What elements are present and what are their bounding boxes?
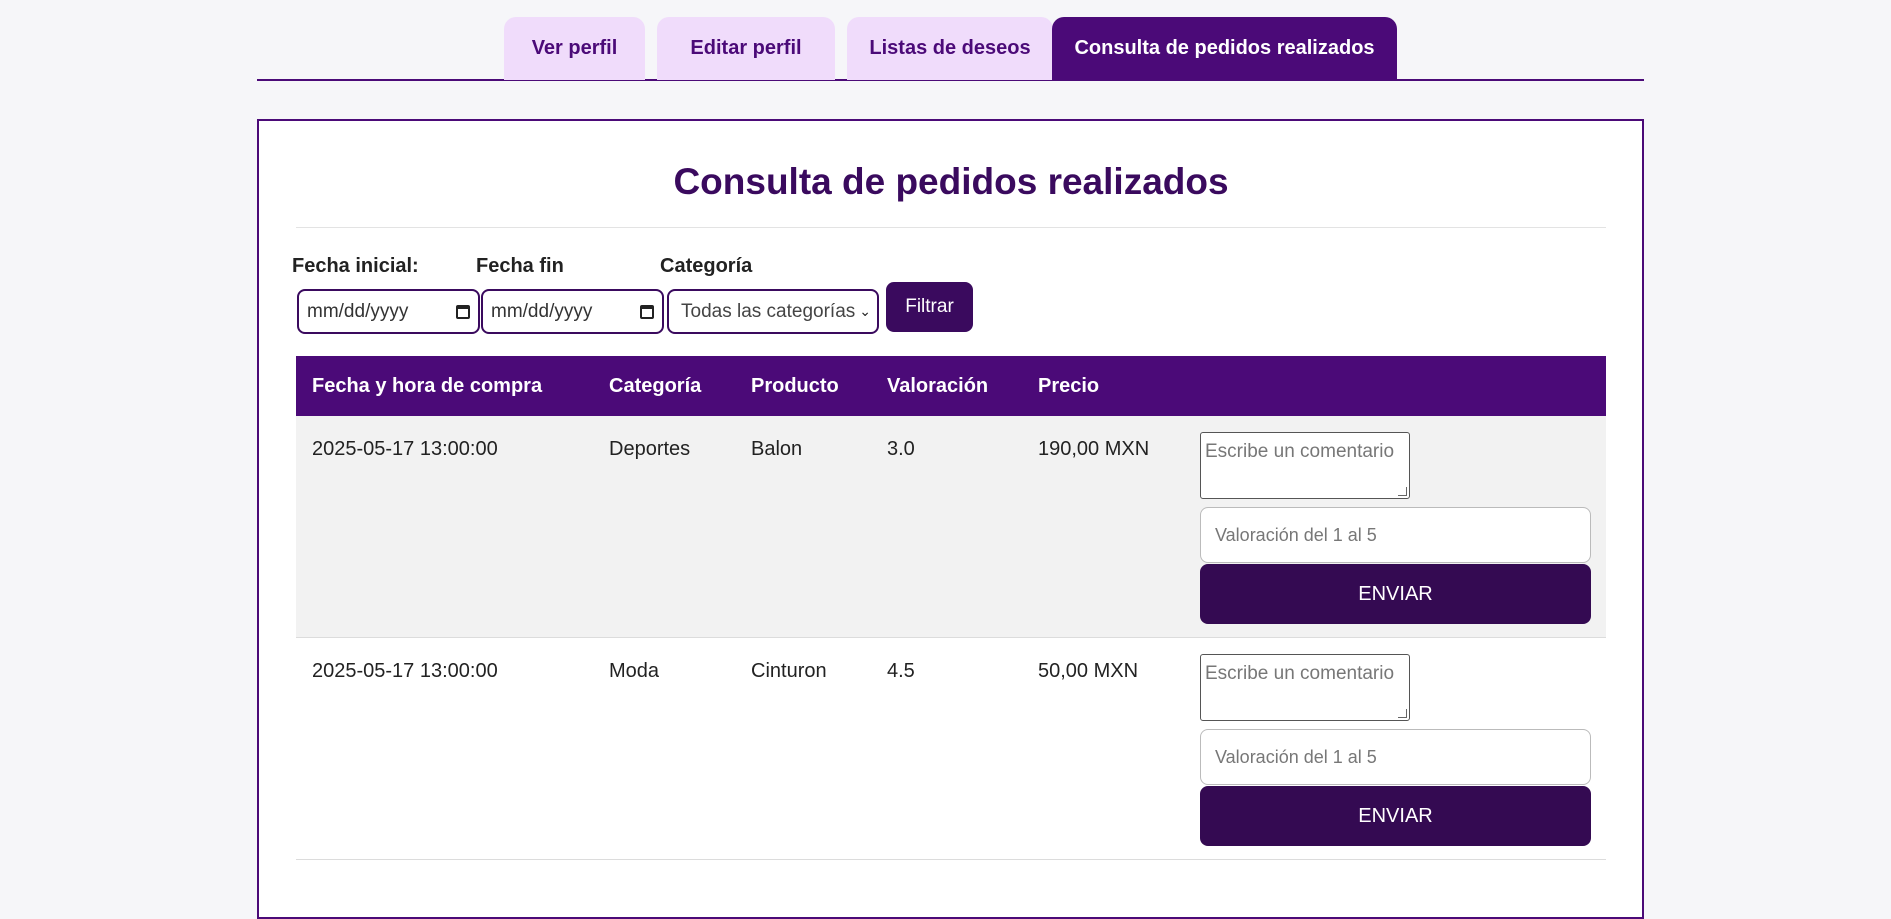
header-price: Precio [1038, 374, 1100, 397]
send-button[interactable]: ENVIAR [1200, 786, 1591, 846]
title-divider [296, 227, 1606, 228]
tab-editar-perfil[interactable]: Editar perfil [657, 17, 835, 80]
cell-datetime: 2025-05-17 13:00:00 [312, 660, 498, 682]
end-date-placeholder: mm/dd/yyyy [491, 300, 593, 322]
tab-ver-perfil[interactable]: Ver perfil [504, 17, 645, 80]
start-date-placeholder: mm/dd/yyyy [307, 300, 409, 322]
calendar-icon[interactable] [456, 304, 470, 319]
cell-rating: 3.0 [887, 438, 915, 460]
cell-price: 190,00 MXN [1038, 438, 1150, 460]
orders-panel: Consulta de pedidos realizados Fecha ini… [257, 119, 1644, 919]
table-header: Fecha y hora de compra Categoría Product… [296, 356, 1606, 416]
chevron-down-icon: ⌄ [859, 303, 871, 319]
category-label: Categoría [660, 255, 753, 277]
header-category: Categoría [609, 374, 702, 397]
cell-rating: 4.5 [887, 660, 915, 682]
header-product: Producto [751, 374, 839, 397]
page-title: Consulta de pedidos realizados [673, 161, 1229, 202]
cell-price: 50,00 MXN [1038, 660, 1139, 682]
calendar-icon[interactable] [640, 304, 654, 319]
end-date-input[interactable]: mm/dd/yyyy [481, 289, 664, 334]
filter-button[interactable]: Filtrar [886, 282, 973, 332]
resize-handle-icon[interactable] [1398, 487, 1407, 496]
cell-category: Moda [609, 660, 660, 682]
rating-placeholder: Valoración del 1 al 5 [1215, 746, 1377, 767]
comment-placeholder: Escribe un comentario [1205, 441, 1395, 462]
header-datetime: Fecha y hora de compra [312, 374, 543, 397]
resize-handle-icon[interactable] [1398, 709, 1407, 718]
end-date-label: Fecha fin [476, 255, 564, 277]
rating-placeholder: Valoración del 1 al 5 [1215, 524, 1377, 545]
table-row: 2025-05-17 13:00:00 Deportes Balon 3.0 1… [296, 416, 1606, 638]
start-date-input[interactable]: mm/dd/yyyy [297, 289, 480, 334]
table-row: 2025-05-17 13:00:00 Moda Cinturon 4.5 50… [296, 638, 1606, 860]
rating-input[interactable]: Valoración del 1 al 5 [1200, 507, 1591, 563]
category-select[interactable]: Todas las categorías ⌄ [667, 289, 879, 334]
cell-product: Cinturon [751, 660, 827, 682]
rating-input[interactable]: Valoración del 1 al 5 [1200, 729, 1591, 785]
category-select-value: Todas las categorías [681, 300, 856, 322]
header-rating: Valoración [887, 374, 989, 397]
send-button[interactable]: ENVIAR [1200, 564, 1591, 624]
cell-datetime: 2025-05-17 13:00:00 [312, 438, 498, 460]
comment-textarea[interactable]: Escribe un comentario [1200, 432, 1410, 499]
comment-textarea[interactable]: Escribe un comentario [1200, 654, 1410, 721]
profile-tabs: Ver perfil Editar perfil Listas de deseo… [257, 0, 1644, 81]
tab-listas-de-deseos[interactable]: Listas de deseos [847, 17, 1053, 80]
start-date-label: Fecha inicial: [292, 255, 419, 277]
comment-placeholder: Escribe un comentario [1205, 663, 1395, 684]
cell-product: Balon [751, 438, 803, 460]
cell-category: Deportes [609, 438, 691, 460]
tab-consulta-pedidos[interactable]: Consulta de pedidos realizados [1052, 17, 1397, 80]
